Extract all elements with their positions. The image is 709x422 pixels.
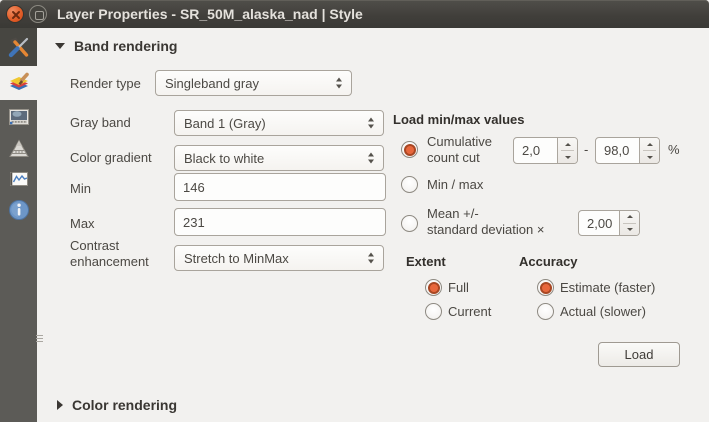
close-icon bbox=[10, 9, 22, 21]
info-icon bbox=[7, 198, 31, 222]
accuracy-estimate-label[interactable]: Estimate (faster) bbox=[560, 280, 655, 296]
mean-stddev-label[interactable]: Mean +/- standard deviation × bbox=[427, 206, 577, 238]
contrast-enhancement-value: Stretch to MinMax bbox=[184, 251, 289, 266]
load-button[interactable]: Load bbox=[598, 342, 680, 367]
band-rendering-group-header[interactable]: Band rendering bbox=[55, 38, 177, 54]
accuracy-header: Accuracy bbox=[519, 254, 578, 269]
spin-buttons[interactable] bbox=[557, 138, 577, 163]
close-button[interactable] bbox=[6, 5, 24, 23]
gray-band-combobox[interactable]: Band 1 (Gray) bbox=[174, 110, 384, 136]
tools-icon bbox=[7, 35, 31, 59]
contrast-enhancement-combobox[interactable]: Stretch to MinMax bbox=[174, 245, 384, 271]
spin-buttons[interactable] bbox=[619, 211, 639, 235]
color-gradient-combobox[interactable]: Black to white bbox=[174, 145, 384, 171]
window-title: Layer Properties - SR_50M_alaska_nad | S… bbox=[57, 5, 363, 23]
max-label: Max bbox=[70, 216, 95, 232]
cumulative-count-cut-radio[interactable] bbox=[401, 141, 418, 158]
spin-buttons[interactable] bbox=[639, 138, 659, 163]
max-input[interactable] bbox=[174, 208, 386, 236]
render-type-label: Render type bbox=[70, 76, 141, 92]
min-label: Min bbox=[70, 181, 91, 197]
histogram-icon bbox=[7, 167, 31, 191]
contrast-enhancement-label: Contrast enhancement bbox=[70, 238, 165, 270]
cumulative-low-value: 2,0 bbox=[522, 138, 540, 163]
range-separator: - bbox=[584, 142, 588, 157]
collapse-arrow-icon bbox=[55, 43, 65, 49]
min-max-label[interactable]: Min / max bbox=[427, 177, 483, 193]
layer-properties-dialog: Layer Properties - SR_50M_alaska_nad | S… bbox=[0, 0, 709, 422]
percent-label: % bbox=[668, 142, 680, 158]
restore-button[interactable] bbox=[29, 5, 47, 23]
stddev-value: 2,00 bbox=[587, 211, 612, 235]
extent-current-label[interactable]: Current bbox=[448, 304, 491, 320]
paintbrush-icon bbox=[7, 71, 31, 95]
sidebar-item-general[interactable] bbox=[0, 28, 37, 66]
accuracy-estimate-radio[interactable] bbox=[537, 279, 554, 296]
combo-arrows-icon bbox=[368, 253, 374, 264]
titlebar[interactable]: Layer Properties - SR_50M_alaska_nad | S… bbox=[0, 0, 709, 28]
restore-icon bbox=[35, 11, 44, 20]
color-gradient-value: Black to white bbox=[184, 151, 264, 166]
cumulative-low-spinbox[interactable]: 2,0 bbox=[513, 137, 578, 164]
sidebar-item-style[interactable] bbox=[0, 66, 37, 100]
mean-stddev-radio[interactable] bbox=[401, 215, 418, 232]
load-minmax-header: Load min/max values bbox=[393, 112, 525, 127]
accuracy-actual-radio[interactable] bbox=[537, 303, 554, 320]
combo-arrows-icon bbox=[368, 153, 374, 164]
sidebar bbox=[0, 28, 37, 422]
stddev-spinbox[interactable]: 2,00 bbox=[578, 210, 640, 236]
render-type-value: Singleband gray bbox=[165, 76, 259, 91]
extent-full-radio[interactable] bbox=[425, 279, 442, 296]
gray-band-label: Gray band bbox=[70, 115, 131, 131]
combo-arrows-icon bbox=[336, 78, 342, 89]
splitter-grip[interactable] bbox=[36, 335, 43, 343]
color-gradient-label: Color gradient bbox=[70, 150, 152, 166]
color-rendering-group-header[interactable]: Color rendering bbox=[57, 397, 177, 413]
sidebar-item-metadata[interactable] bbox=[0, 194, 37, 226]
band-rendering-title: Band rendering bbox=[74, 38, 177, 54]
cumulative-high-spinbox[interactable]: 98,0 bbox=[595, 137, 660, 164]
min-input[interactable] bbox=[174, 173, 386, 201]
min-max-radio[interactable] bbox=[401, 176, 418, 193]
sidebar-item-pyramids[interactable] bbox=[0, 133, 37, 164]
extent-current-radio[interactable] bbox=[425, 303, 442, 320]
cumulative-high-value: 98,0 bbox=[604, 138, 629, 163]
sidebar-item-transparency[interactable] bbox=[0, 100, 37, 133]
cumulative-count-cut-label[interactable]: Cumulative count cut bbox=[427, 134, 509, 166]
extent-header: Extent bbox=[406, 254, 446, 269]
extent-full-label[interactable]: Full bbox=[448, 280, 469, 296]
expand-arrow-icon bbox=[57, 400, 63, 410]
render-type-combobox[interactable]: Singleband gray bbox=[155, 70, 352, 96]
image-icon bbox=[7, 105, 31, 129]
pyramid-icon bbox=[7, 137, 31, 161]
combo-arrows-icon bbox=[368, 118, 374, 129]
accuracy-actual-label[interactable]: Actual (slower) bbox=[560, 304, 646, 320]
sidebar-item-histogram[interactable] bbox=[0, 164, 37, 194]
color-rendering-title: Color rendering bbox=[72, 397, 177, 413]
gray-band-value: Band 1 (Gray) bbox=[184, 116, 266, 131]
